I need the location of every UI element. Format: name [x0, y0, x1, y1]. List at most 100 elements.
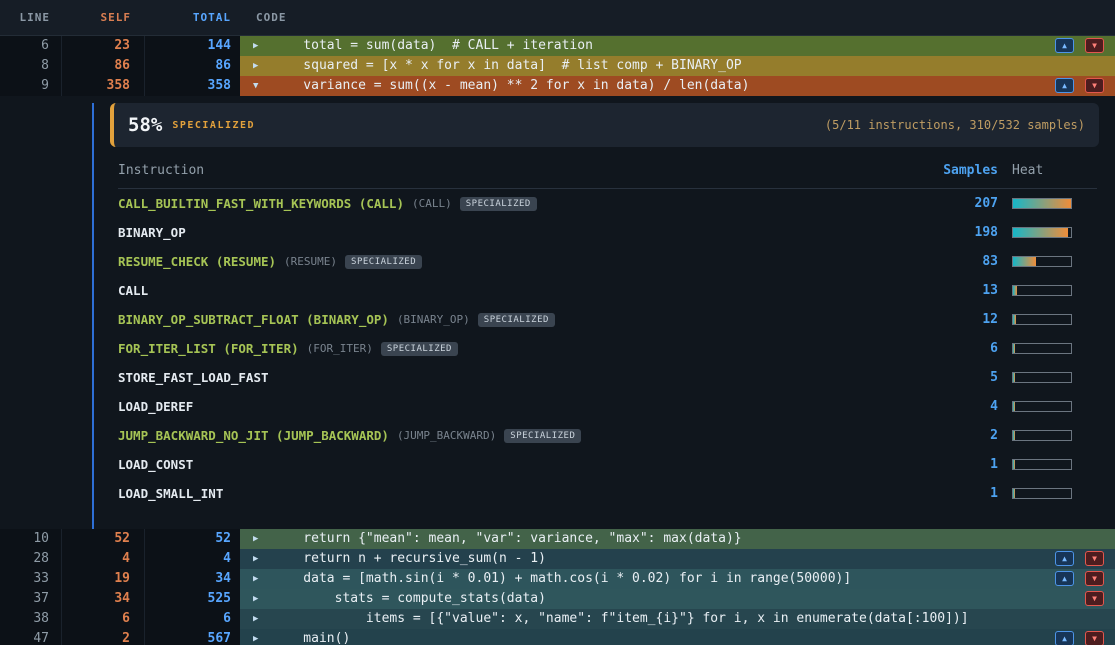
- instruction-name-cell: CALL: [118, 283, 909, 298]
- move-down-button[interactable]: ▼: [1085, 551, 1104, 566]
- code-row[interactable]: 2844▶ return n + recursive_sum(n - 1)▲▼: [0, 549, 1115, 569]
- instruction-samples: 1: [909, 486, 1009, 501]
- expand-arrow-icon[interactable]: ▶: [240, 36, 272, 56]
- code-cell: ▶ data = [math.sin(i * 0.01) + math.cos(…: [240, 569, 1115, 589]
- move-up-button[interactable]: ▲: [1055, 551, 1074, 566]
- move-down-button[interactable]: ▼: [1085, 571, 1104, 586]
- total-samples: 4: [145, 549, 240, 569]
- instruction-name-cell: BINARY_OP_SUBTRACT_FLOAT (BINARY_OP)(BIN…: [118, 312, 909, 327]
- instruction-samples: 12: [909, 312, 1009, 327]
- instruction-base-name: (RESUME): [284, 255, 337, 268]
- instruction-base-name: (BINARY_OP): [397, 313, 470, 326]
- instruction-name: FOR_ITER_LIST (FOR_ITER): [118, 341, 299, 356]
- instruction-samples: 4: [909, 399, 1009, 414]
- code-cell: ▶ items = [{"value": x, "name": f"item_{…: [240, 609, 1115, 629]
- instruction-table-header: Instruction Samples Heat: [118, 163, 1097, 189]
- code-row[interactable]: 105252▶ return {"mean": mean, "var": var…: [0, 529, 1115, 549]
- instruction-name: LOAD_DEREF: [118, 399, 193, 414]
- expand-arrow-icon[interactable]: ▶: [240, 549, 272, 569]
- move-down-button[interactable]: ▼: [1085, 591, 1104, 606]
- move-up-button[interactable]: ▲: [1055, 38, 1074, 53]
- instruction-samples: 13: [909, 283, 1009, 298]
- instruction-name: BINARY_OP: [118, 225, 186, 240]
- line-number: 47: [0, 629, 62, 645]
- expand-arrow-icon[interactable]: ▶: [240, 589, 272, 609]
- move-up-button[interactable]: ▲: [1055, 78, 1074, 93]
- code-row[interactable]: 3866▶ items = [{"value": x, "name": f"it…: [0, 609, 1115, 629]
- code-text: total = sum(data) # CALL + iteration: [272, 36, 593, 56]
- instruction-row: CALL13: [118, 276, 1097, 305]
- row-actions: ▲▼: [1055, 78, 1104, 93]
- heat-cell: [1009, 459, 1097, 470]
- heat-bar-fill: [1013, 373, 1015, 382]
- code-row[interactable]: 623144▶ total = sum(data) # CALL + itera…: [0, 36, 1115, 56]
- code-text: data = [math.sin(i * 0.01) + math.cos(i …: [272, 569, 851, 589]
- instruction-base-name: (CALL): [412, 197, 452, 210]
- move-down-button[interactable]: ▼: [1085, 38, 1104, 53]
- code-row[interactable]: 88686▶ squared = [x * x for x in data] #…: [0, 56, 1115, 76]
- total-samples: 144: [145, 36, 240, 56]
- col-header-line: LINE: [0, 11, 62, 24]
- self-samples: 19: [62, 569, 145, 589]
- heat-bar: [1012, 256, 1072, 267]
- collapse-arrow-icon[interactable]: ▼: [240, 76, 272, 96]
- move-up-button[interactable]: ▲: [1055, 631, 1074, 645]
- code-cell: ▶ total = sum(data) # CALL + iteration ▲ ▼: [240, 36, 1115, 56]
- code-row[interactable]: 3734525▶ stats = compute_stats(data)▼: [0, 589, 1115, 609]
- instruction-name-cell: FOR_ITER_LIST (FOR_ITER)(FOR_ITER)SPECIA…: [118, 341, 909, 356]
- heat-bar: [1012, 401, 1072, 412]
- specialized-badge: SPECIALIZED: [460, 197, 537, 211]
- expand-arrow-icon[interactable]: ▶: [240, 529, 272, 549]
- expand-arrow-icon[interactable]: ▶: [240, 56, 272, 76]
- code-text: items = [{"value": x, "name": f"item_{i}…: [272, 609, 969, 629]
- code-cell: ▶ squared = [x * x for x in data] # list…: [240, 56, 1115, 76]
- heat-bar-fill: [1013, 199, 1071, 208]
- expand-arrow-icon[interactable]: ▶: [240, 629, 272, 645]
- code-row[interactable]: 331934▶ data = [math.sin(i * 0.01) + mat…: [0, 569, 1115, 589]
- profiler-view: LINE SELF TOTAL CODE 623144▶ total = sum…: [0, 0, 1115, 645]
- expand-arrow-icon[interactable]: ▶: [240, 609, 272, 629]
- heat-cell: [1009, 401, 1097, 412]
- heat-bar-fill: [1013, 228, 1068, 237]
- heat-bar-fill: [1013, 286, 1017, 295]
- heat-cell: [1009, 314, 1097, 325]
- total-samples: 52: [145, 529, 240, 549]
- row-actions: ▲▼: [1055, 631, 1104, 645]
- row-actions: ▼: [1085, 591, 1104, 606]
- specialized-badge: SPECIALIZED: [478, 313, 555, 327]
- total-samples: 34: [145, 569, 240, 589]
- instruction-name-cell: RESUME_CHECK (RESUME)(RESUME)SPECIALIZED: [118, 254, 909, 269]
- self-samples: 6: [62, 609, 145, 629]
- move-down-button[interactable]: ▼: [1085, 631, 1104, 645]
- code-cell: ▶ main()▲▼: [240, 629, 1115, 645]
- instruction-row: JUMP_BACKWARD_NO_JIT (JUMP_BACKWARD)(JUM…: [118, 421, 1097, 450]
- code-cell: ▶ stats = compute_stats(data)▼: [240, 589, 1115, 609]
- total-samples: 6: [145, 609, 240, 629]
- instruction-name: STORE_FAST_LOAD_FAST: [118, 370, 269, 385]
- specialized-label: SPECIALIZED: [172, 120, 255, 131]
- line-number: 38: [0, 609, 62, 629]
- heat-cell: [1009, 198, 1097, 209]
- code-row[interactable]: 472567▶ main()▲▼: [0, 629, 1115, 645]
- heat-bar: [1012, 343, 1072, 354]
- instruction-name-cell: LOAD_DEREF: [118, 399, 909, 414]
- col-header-instruction: Instruction: [118, 163, 909, 178]
- heat-bar-fill: [1013, 257, 1036, 266]
- instruction-rows: CALL_BUILTIN_FAST_WITH_KEYWORDS (CALL)(C…: [118, 189, 1097, 508]
- heat-bar-fill: [1013, 315, 1016, 324]
- col-header-code: CODE: [240, 11, 1115, 24]
- col-header-samples: Samples: [909, 163, 1009, 178]
- heat-cell: [1009, 430, 1097, 441]
- code-text: variance = sum((x - mean) ** 2 for x in …: [272, 76, 749, 96]
- move-up-button[interactable]: ▲: [1055, 571, 1074, 586]
- instruction-row: CALL_BUILTIN_FAST_WITH_KEYWORDS (CALL)(C…: [118, 189, 1097, 218]
- code-row[interactable]: 9358358▼ variance = sum((x - mean) ** 2 …: [0, 76, 1115, 96]
- line-number: 8: [0, 56, 62, 76]
- total-samples: 525: [145, 589, 240, 609]
- heat-bar: [1012, 198, 1072, 209]
- move-down-button[interactable]: ▼: [1085, 78, 1104, 93]
- heat-bar: [1012, 285, 1072, 296]
- expand-arrow-icon[interactable]: ▶: [240, 569, 272, 589]
- self-samples: 86: [62, 56, 145, 76]
- code-text: return n + recursive_sum(n - 1): [272, 549, 546, 569]
